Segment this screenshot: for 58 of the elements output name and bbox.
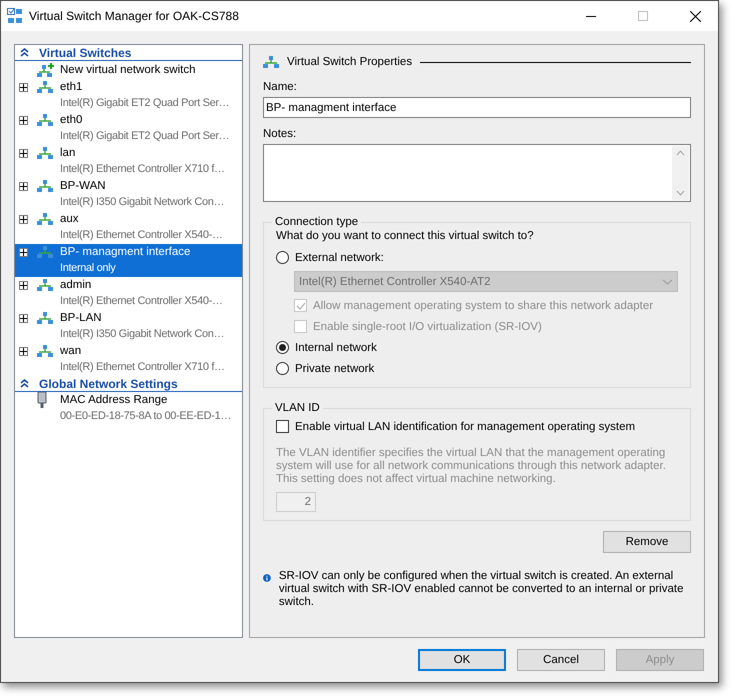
collapse-icon[interactable] — [20, 48, 29, 57]
switch-icon — [37, 147, 53, 159]
tree-item[interactable]: aux Intel(R) Ethernet Controller X540-… — [15, 211, 242, 244]
expand-icon[interactable] — [19, 280, 28, 290]
group-title: Connection type — [274, 216, 360, 228]
dialog-button[interactable]: OK — [418, 649, 506, 671]
field-label: Name: — [263, 81, 298, 93]
radio-option[interactable]: Private network — [276, 358, 678, 379]
info-text: SR-IOV can only be configured when the virtual switch is created. An external virtual switch with SR-IOV enabled cannot be converted to an internal or private switch. — [278, 570, 684, 609]
expand-icon[interactable] — [19, 314, 28, 322]
section-title: Virtual Switch Properties — [287, 56, 412, 68]
app-icon — [7, 8, 23, 24]
notes-field[interactable] — [263, 144, 691, 202]
collapse-icon[interactable] — [20, 379, 29, 388]
tree-item[interactable]: eth0 Intel(R) Gigabit ET2 Quad Port Ser… — [15, 112, 242, 145]
tree-item[interactable]: BP- managment interface Internal only — [15, 244, 242, 277]
tree-item[interactable]: lan Intel(R) Ethernet Controller X710 f… — [15, 145, 242, 178]
radio-option[interactable]: External network: — [276, 247, 678, 268]
switch-icon — [37, 279, 53, 291]
switch-icon — [37, 213, 53, 225]
expand-icon[interactable] — [19, 148, 28, 158]
close-icon — [690, 10, 700, 22]
section-header[interactable]: Virtual Switches — [15, 45, 242, 61]
expand-icon[interactable] — [19, 116, 28, 124]
question-text: What do you want to connect this virtual switch to? — [276, 230, 535, 244]
chevron-down-icon — [662, 278, 673, 284]
switch-icon — [37, 180, 53, 192]
switch-icon — [37, 81, 53, 93]
tree-item[interactable]: wan Intel(R) Ethernet Controller X710 f… — [15, 343, 242, 376]
maximize-icon — [638, 11, 648, 21]
expand-icon[interactable] — [19, 82, 28, 92]
expand-icon[interactable] — [19, 214, 28, 224]
checkmark-icon — [296, 302, 306, 310]
tree-item[interactable]: New virtual network switch — [15, 61, 242, 79]
expand-icon[interactable] — [19, 346, 28, 356]
tree-item[interactable]: BP-WAN Intel(R) I350 Gigabit Network Con… — [15, 178, 242, 211]
switch-icon — [263, 56, 279, 68]
name-field[interactable]: BP- managment interface — [263, 97, 691, 118]
window-title: Virtual Switch Manager for OAK-CS788 — [29, 9, 240, 23]
expand-icon[interactable] — [19, 248, 28, 256]
tree-item[interactable]: MAC Address Range 00-E0-ED-18-75-8A to 00-EE-ED-1… — [15, 392, 242, 425]
switch-icon — [37, 114, 53, 126]
dialog-button[interactable]: Cancel — [517, 649, 605, 671]
remove-button[interactable]: Remove — [603, 531, 691, 553]
section-header[interactable]: Global Network Settings — [15, 376, 242, 392]
network-adapter-icon — [37, 392, 47, 408]
switch-icon — [37, 246, 53, 258]
field-label: Notes: — [263, 128, 298, 140]
group-title: VLAN ID — [274, 402, 321, 414]
radio-option[interactable]: Internal network — [276, 337, 678, 358]
switch-icon — [37, 345, 53, 357]
tree-item[interactable]: admin Intel(R) Ethernet Controller X540-… — [15, 277, 242, 310]
tree-item[interactable]: BP-LAN Intel(R) I350 Gigabit Network Con… — [15, 310, 242, 343]
add-switch-icon — [37, 63, 54, 77]
expand-icon[interactable] — [19, 182, 28, 190]
vlan-description: The VLAN identifier specifies the virtual LAN that the management operating system will use for all network communications through this network adapter. This setting does not affect virtual machine networking. — [276, 447, 667, 486]
switch-icon — [37, 312, 53, 324]
tree-item[interactable]: eth1 Intel(R) Gigabit ET2 Quad Port Ser… — [15, 79, 242, 112]
